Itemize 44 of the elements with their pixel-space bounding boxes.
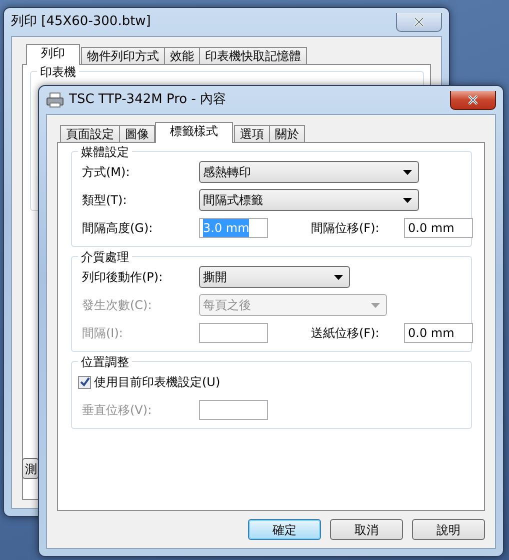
field-label: 間隔高度(G):	[82, 220, 154, 237]
printer-icon	[46, 92, 64, 108]
close-button[interactable]	[450, 90, 496, 110]
dialog-button[interactable]: 確定	[248, 519, 321, 540]
field-label: 垂直位移(V):	[82, 402, 153, 419]
tab[interactable]: 效能	[164, 47, 200, 65]
tab[interactable]: 頁面設定	[60, 125, 120, 143]
window-title: TSC TTP-342M Pro - 內容	[69, 91, 226, 110]
input-field[interactable]	[199, 400, 268, 420]
field-label: 發生次數(C):	[82, 297, 153, 314]
input-field[interactable]: 0.0 mm	[404, 218, 473, 238]
field-label: 間隔(I):	[82, 325, 124, 342]
window-title: 列印 [45X60-300.btw]	[11, 13, 151, 32]
dropdown[interactable]: 感熱轉印	[199, 161, 419, 183]
dropdown[interactable]: 撕開	[199, 266, 350, 288]
checkbox[interactable]	[78, 376, 91, 388]
field-label: 列印後動作(P):	[82, 269, 164, 286]
tab[interactable]: 列印	[26, 44, 80, 65]
tab[interactable]: 印表機快取記憶體	[199, 47, 307, 65]
input-field[interactable]	[199, 323, 268, 343]
field-label: 類型(T):	[82, 192, 128, 209]
dialog-button[interactable]: 取消	[330, 519, 403, 540]
tab[interactable]: 關於	[269, 125, 305, 143]
checkbox-label: 使用目前印表機設定(U)	[94, 374, 220, 391]
tab[interactable]: 物件列印方式	[81, 47, 165, 65]
group-title: 媒體設定	[78, 143, 132, 161]
field-label: 間隔位移(F):	[311, 220, 380, 237]
caret-icon	[371, 302, 380, 308]
caret-icon	[334, 274, 343, 280]
group-title: 介質處理	[78, 248, 132, 266]
caret-icon	[403, 198, 412, 202]
tab[interactable]: 圖像	[119, 125, 155, 143]
field-label: 方式(M):	[82, 164, 131, 181]
close-icon	[467, 94, 479, 104]
dropdown[interactable]: 間隔式標籤	[199, 189, 419, 211]
dialog-button[interactable]: 說明	[412, 519, 485, 540]
caret-icon	[403, 170, 412, 174]
field-label: 送紙位移(F):	[311, 325, 380, 342]
close-icon	[413, 16, 425, 26]
tab[interactable]: 選項	[234, 125, 270, 143]
group-title: 位置調整	[78, 353, 132, 371]
test-button[interactable]: 測	[22, 458, 39, 479]
input-field[interactable]: 0.0 mm	[404, 323, 473, 343]
tab[interactable]: 標籤樣式	[155, 122, 233, 143]
